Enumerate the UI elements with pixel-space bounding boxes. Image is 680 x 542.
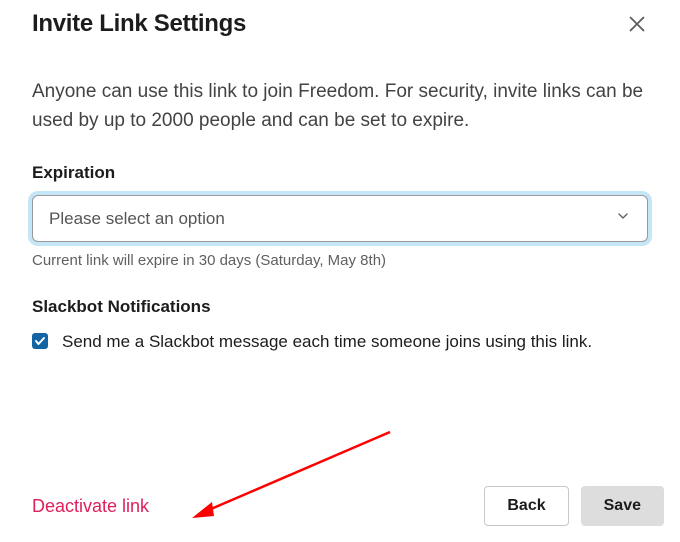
expiration-label: Expiration	[32, 163, 648, 183]
notifications-checkbox-label: Send me a Slackbot message each time som…	[62, 329, 592, 355]
deactivate-link[interactable]: Deactivate link	[32, 496, 149, 517]
notifications-checkbox[interactable]	[32, 333, 48, 349]
modal-description: Anyone can use this link to join Freedom…	[32, 78, 648, 135]
back-button[interactable]: Back	[484, 486, 568, 526]
notifications-label: Slackbot Notifications	[32, 297, 648, 317]
save-button[interactable]: Save	[581, 486, 664, 526]
expiration-select[interactable]: Please select an option	[32, 195, 648, 242]
expiration-hint: Current link will expire in 30 days (Sat…	[32, 252, 648, 269]
expiration-placeholder: Please select an option	[49, 209, 225, 229]
close-icon[interactable]	[626, 13, 648, 35]
chevron-down-icon	[615, 208, 631, 229]
modal-title: Invite Link Settings	[32, 10, 246, 38]
